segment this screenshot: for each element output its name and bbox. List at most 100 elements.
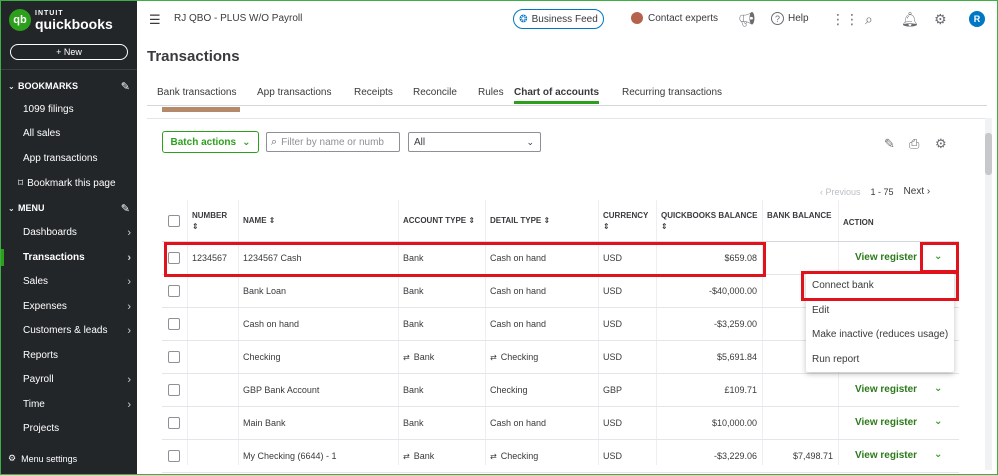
- tab-reconcile[interactable]: Reconcile: [413, 87, 457, 98]
- page-title: Transactions: [147, 48, 240, 65]
- sidebar-item-reports[interactable]: Reports: [23, 349, 131, 363]
- batch-actions-label: Batch actions: [170, 136, 237, 148]
- filter-input[interactable]: ⌕ Filter by name or numb: [266, 132, 400, 152]
- business-feed-label: Business Feed: [531, 13, 598, 25]
- sidebar-item-expenses[interactable]: Expenses ›: [23, 300, 131, 314]
- header-label: DETAIL TYPE: [490, 216, 542, 225]
- edit-menu-pencil-icon[interactable]: ✎: [121, 202, 130, 215]
- view-register-link[interactable]: View register: [855, 450, 917, 461]
- apps-grid-icon[interactable]: ⋮⋮: [831, 11, 859, 28]
- cell-currency: USD: [603, 286, 623, 296]
- cell-name: Bank Loan: [243, 286, 287, 296]
- table-row[interactable]: GBP Bank Account Bank Checking GBP £109.…: [162, 374, 959, 407]
- search-icon[interactable]: ⌕: [865, 11, 873, 28]
- chevron-down-icon: ⌄: [8, 81, 15, 91]
- previous-page-button[interactable]: ‹ Previous: [820, 187, 861, 197]
- view-register-link[interactable]: View register: [855, 417, 917, 428]
- cell-name: Main Bank: [243, 418, 286, 428]
- hamburger-menu-icon[interactable]: ☰: [149, 12, 161, 28]
- sidebar-item-time[interactable]: Time ›: [23, 398, 131, 412]
- cell-detail-type: Cash on hand: [490, 418, 547, 428]
- row-actions-chevron-down-icon[interactable]: ⌄: [934, 251, 942, 262]
- cell-currency: USD: [603, 451, 623, 461]
- menu-item-edit[interactable]: Edit: [812, 305, 829, 316]
- print-icon[interactable]: ⎙: [909, 136, 919, 152]
- menu-settings-button[interactable]: ⚙ Menu settings: [8, 453, 77, 464]
- sidebar-item-label: 1099 filings: [23, 104, 74, 115]
- scrollbar-thumb[interactable]: [985, 133, 992, 175]
- sidebar-item-transactions[interactable]: Transactions ›: [23, 251, 131, 265]
- row-checkbox[interactable]: [168, 285, 180, 297]
- sidebar-item-bookmark-this-page[interactable]: ⌑ Bookmark this page: [18, 177, 126, 191]
- cell-number: 1234567: [192, 253, 228, 263]
- sidebar-item-payroll[interactable]: Payroll ›: [23, 373, 131, 387]
- help-button[interactable]: ? Help: [771, 12, 809, 25]
- row-checkbox[interactable]: [168, 351, 180, 363]
- edit-pencil-icon[interactable]: ✎: [884, 136, 895, 152]
- header-name[interactable]: NAME ⇕: [243, 215, 276, 226]
- table-settings-gear-icon[interactable]: ⚙: [935, 136, 947, 152]
- menu-item-connect-bank[interactable]: Connect bank: [812, 280, 874, 291]
- contact-experts-button[interactable]: Contact experts: [631, 12, 718, 24]
- tab-rules[interactable]: Rules: [478, 87, 504, 98]
- header-qb-balance[interactable]: QUICKBOOKS BALANCE ⇕: [661, 210, 757, 232]
- row-actions-chevron-down-icon[interactable]: ⌄: [934, 416, 942, 427]
- chevron-right-icon: ›: [127, 399, 131, 411]
- table-row[interactable]: My Checking (6644) - 1 ⇄ Bank ⇄ Checking U…: [162, 440, 959, 473]
- top-bar: ☰ RJ QBO - PLUS W/O Payroll ❂ Business F…: [137, 0, 998, 40]
- business-feed-button[interactable]: ❂ Business Feed: [513, 9, 604, 29]
- user-avatar[interactable]: R: [969, 11, 985, 27]
- menu-item-make-inactive[interactable]: Make inactive (reduces usage): [812, 329, 948, 340]
- bookmarks-header[interactable]: ⌄ BOOKMARKS ✎: [8, 79, 130, 93]
- select-all-checkbox[interactable]: [168, 215, 180, 227]
- sidebar-item-app-transactions[interactable]: App transactions: [23, 152, 131, 166]
- row-checkbox[interactable]: [168, 450, 180, 462]
- table-row[interactable]: 1234567 1234567 Cash Bank Cash on hand U…: [162, 242, 959, 275]
- tab-chart-of-accounts[interactable]: Chart of accounts: [514, 87, 600, 104]
- menu-item-run-report[interactable]: Run report: [812, 354, 859, 365]
- cell-currency: USD: [603, 253, 623, 263]
- sidebar-item-1099-filings[interactable]: 1099 filings: [23, 103, 131, 117]
- account-type-select[interactable]: All ⌄: [408, 132, 541, 152]
- menu-header[interactable]: ⌄ MENU ✎: [8, 201, 130, 215]
- view-register-link[interactable]: View register: [855, 252, 917, 263]
- sidebar-item-projects[interactable]: Projects: [23, 422, 131, 436]
- cell-qb-balance: -$40,000.00: [708, 286, 757, 296]
- active-indicator: [0, 249, 4, 266]
- header-account-type[interactable]: ACCOUNT TYPE ⇕: [403, 215, 475, 226]
- row-actions-dropdown: Connect bank Edit Make inactive (reduces…: [806, 272, 954, 372]
- tab-app-transactions[interactable]: App transactions: [257, 87, 332, 98]
- view-register-link[interactable]: View register: [855, 384, 917, 395]
- edit-bookmarks-pencil-icon[interactable]: ✎: [121, 80, 130, 93]
- table-row[interactable]: Main Bank Bank Cash on hand USD $10,000.…: [162, 407, 959, 440]
- tab-bank-transactions[interactable]: Bank transactions: [157, 87, 237, 98]
- row-checkbox[interactable]: [168, 318, 180, 330]
- sidebar-item-customers-leads[interactable]: Customers & leads ›: [23, 324, 131, 338]
- notifications-bell-icon[interactable]: 🔔︎: [901, 11, 919, 28]
- row-actions-chevron-down-icon[interactable]: ⌄: [934, 449, 942, 460]
- sidebar: qb INTUIT quickbooks + New ⌄ BOOKMARKS ✎…: [0, 0, 137, 475]
- new-button[interactable]: + New: [10, 44, 128, 60]
- header-detail-type[interactable]: DETAIL TYPE ⇕: [490, 215, 550, 226]
- tab-receipts[interactable]: Receipts: [354, 87, 393, 98]
- row-actions-chevron-down-icon[interactable]: ⌄: [934, 383, 942, 394]
- settings-gear-icon[interactable]: ⚙: [934, 11, 947, 28]
- cell-name: 1234567 Cash: [243, 253, 302, 263]
- sidebar-item-dashboards[interactable]: Dashboards ›: [23, 226, 131, 240]
- tab-recurring-transactions[interactable]: Recurring transactions: [622, 87, 722, 98]
- expert-avatar: [631, 12, 643, 24]
- next-page-button[interactable]: Next ›: [904, 186, 931, 197]
- cell-account-type: Bank: [403, 319, 424, 329]
- chevron-right-icon: ›: [127, 252, 131, 264]
- row-checkbox[interactable]: [168, 384, 180, 396]
- header-currency[interactable]: CURRENCY ⇕: [603, 210, 648, 232]
- sidebar-item-label: Projects: [23, 423, 60, 434]
- header-number[interactable]: NUMBER ⇕: [192, 210, 227, 232]
- row-checkbox[interactable]: [168, 252, 180, 264]
- batch-actions-button[interactable]: Batch actions ⌄: [162, 131, 259, 153]
- sidebar-item-all-sales[interactable]: All sales: [23, 127, 131, 141]
- sidebar-item-sales[interactable]: Sales ›: [23, 275, 131, 289]
- megaphone-icon[interactable]: 📢︎: [738, 11, 756, 28]
- quickbooks-logo[interactable]: qb INTUIT quickbooks: [9, 9, 113, 31]
- row-checkbox[interactable]: [168, 417, 180, 429]
